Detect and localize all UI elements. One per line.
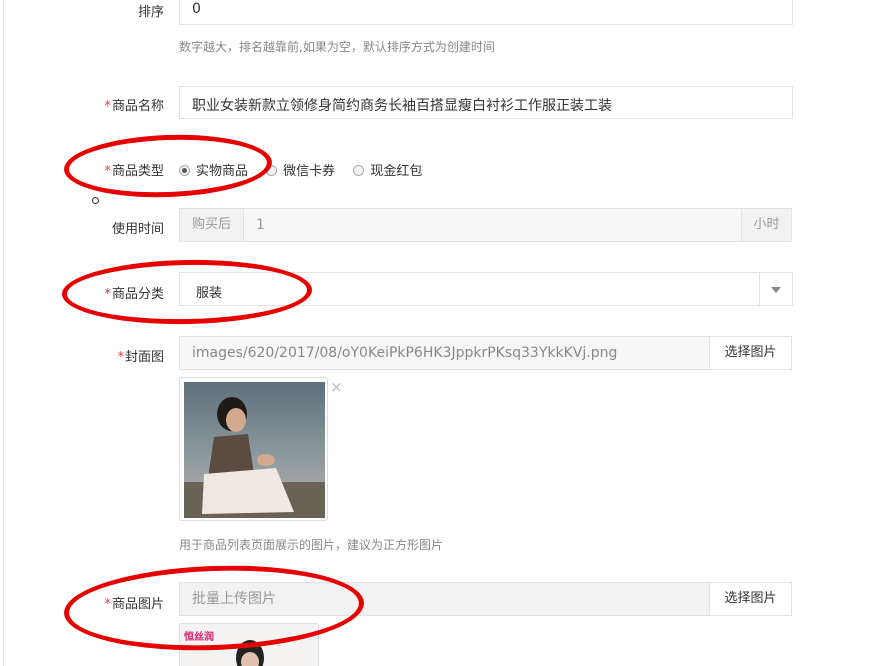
use-time-input-group: 购买后 1 小时	[179, 208, 792, 242]
sort-input[interactable]: 0	[179, 0, 793, 25]
use-time-prefix: 购买后	[180, 209, 244, 241]
use-time-label: 使用时间	[111, 222, 164, 237]
name-input[interactable]: 职业女装新款立领修身简约商务长袖百搭显瘦白衬衫工作服正装工装	[179, 86, 793, 119]
cover-input-group: images/620/2017/08/oY0KeiPkP6HK3JppkrPKs…	[179, 336, 792, 370]
caret-down-icon	[771, 287, 781, 293]
cover-select-button[interactable]: 选择图片	[709, 337, 791, 369]
cover-path[interactable]: images/620/2017/08/oY0KeiPkP6HK3JppkrPKs…	[192, 337, 617, 369]
sort-label: 排序	[137, 5, 164, 20]
sort-value: 0	[192, 1, 201, 17]
name-label: *商品名称	[104, 99, 164, 114]
images-select-button[interactable]: 选择图片	[709, 583, 791, 615]
dropdown-toggle[interactable]	[759, 273, 792, 305]
radio-icon	[353, 165, 365, 176]
cover-image	[184, 382, 325, 518]
remove-image-icon[interactable]: ×	[330, 378, 343, 396]
cover-thumbnail	[179, 377, 328, 521]
annotation-ellipse-category	[61, 257, 313, 327]
cover-hint: 用于商品列表页面展示的图片，建议为正方形图片	[179, 538, 444, 552]
use-time-input[interactable]: 1	[256, 209, 265, 241]
use-time-suffix: 小时	[741, 209, 791, 241]
annotation-ellipse-images	[62, 560, 366, 656]
type-option-cash-envelope[interactable]: 现金红包	[353, 164, 422, 179]
name-value: 职业女装新款立领修身简约商务长袖百搭显瘦白衬衫工作服正装工装	[192, 98, 612, 114]
type-option-wechat-card[interactable]: 微信卡券	[266, 164, 335, 179]
cursor-dot-icon	[92, 197, 99, 204]
sort-hint: 数字越大，排名越靠前,如果为空，默认排序方式为创建时间	[179, 40, 495, 54]
cover-label: *封面图	[117, 350, 164, 365]
annotation-ellipse-type	[62, 131, 274, 201]
